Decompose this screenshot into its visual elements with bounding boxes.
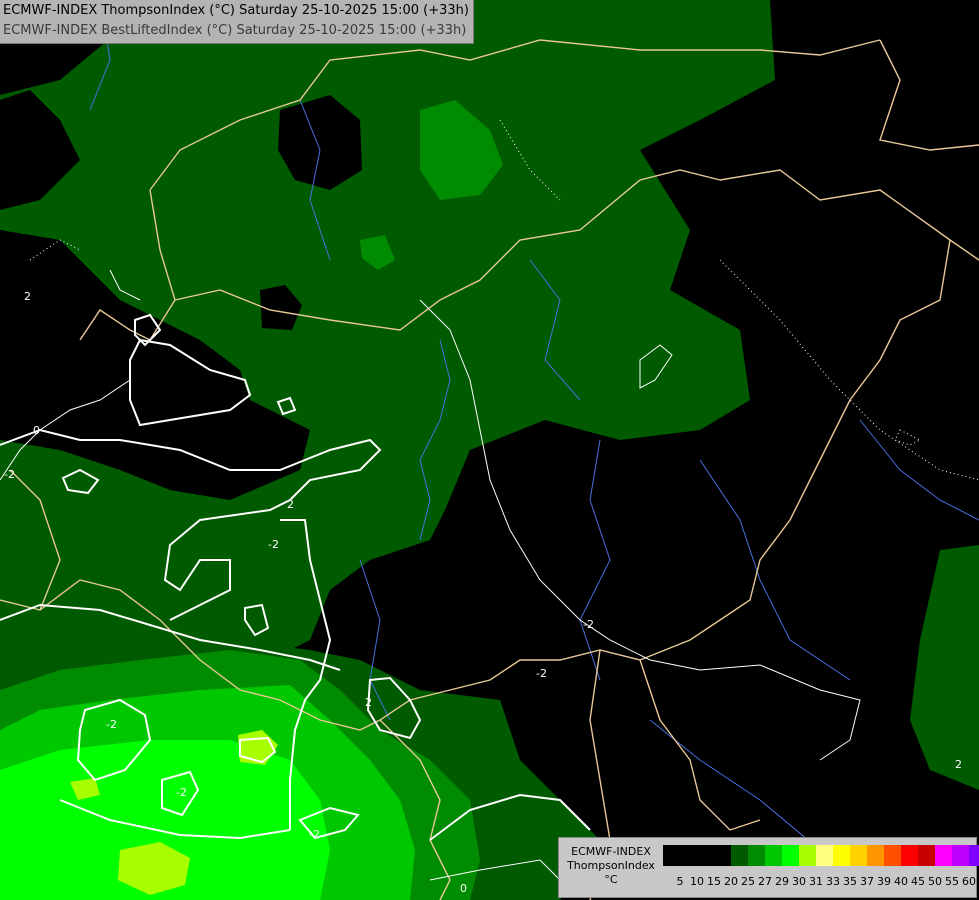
- contour-label: 2: [365, 696, 372, 709]
- legend-swatch: [901, 845, 918, 866]
- legend-tick-label: 45: [911, 875, 925, 888]
- legend-tick-label: 5: [676, 875, 684, 888]
- title-line-thompson: ECMWF-INDEX ThompsonIndex (°C) Saturday …: [3, 3, 469, 18]
- legend-swatch: [663, 845, 680, 866]
- color-legend: ECMWF-INDEX ThompsonIndex °C 5 10 15 20 25 27…: [558, 837, 979, 898]
- legend-swatch: [833, 845, 850, 866]
- legend-tick-label: 31: [809, 875, 823, 888]
- legend-tick-label: 40: [894, 875, 908, 888]
- contour-label: -2: [309, 828, 320, 841]
- legend-swatch: [867, 845, 884, 866]
- legend-tick-label: 50: [928, 875, 942, 888]
- weather-map: 2 0 -2 2 -2 2 -2 -2 -2 -2 -2 0 2: [0, 0, 979, 900]
- legend-tick-label: 60: [962, 875, 976, 888]
- legend-title: ECMWF-INDEX ThompsonIndex °C: [563, 845, 659, 887]
- contour-label: 0: [460, 882, 467, 895]
- legend-swatch: [731, 845, 748, 866]
- legend-swatches: [663, 845, 979, 866]
- legend-tick-label: 20: [724, 875, 738, 888]
- contour-label: -2: [176, 786, 187, 799]
- contour-label: 2: [287, 498, 294, 511]
- legend-tick-label: 15: [707, 875, 721, 888]
- contour-label: -2: [583, 618, 594, 631]
- title-line-lifted: ECMWF-INDEX BestLiftedIndex (°C) Saturda…: [3, 23, 467, 38]
- legend-swatch: [799, 845, 816, 866]
- legend-tick-label: 27: [758, 875, 772, 888]
- legend-swatch: [748, 845, 765, 866]
- map-title: ECMWF-INDEX ThompsonIndex (°C) Saturday …: [0, 0, 474, 44]
- legend-tick-label: 39: [877, 875, 891, 888]
- legend-swatch: [697, 845, 714, 866]
- legend-swatch: [935, 845, 952, 866]
- contour-label: -2: [268, 538, 279, 551]
- legend-label-index: ThompsonIndex: [567, 859, 655, 872]
- contour-label: -2: [106, 718, 117, 731]
- legend-swatch: [680, 845, 697, 866]
- legend-label-model: ECMWF-INDEX: [571, 845, 651, 858]
- legend-swatch: [782, 845, 799, 866]
- legend-tick-label: 37: [860, 875, 874, 888]
- legend-tick-label: 35: [843, 875, 857, 888]
- contour-label: 2: [955, 758, 962, 771]
- contour-label: -2: [536, 667, 547, 680]
- legend-tick-label: 33: [826, 875, 840, 888]
- legend-swatch: [884, 845, 901, 866]
- legend-tick-label: 55: [945, 875, 959, 888]
- legend-swatch: [918, 845, 935, 866]
- legend-tick-label: 25: [741, 875, 755, 888]
- legend-swatch: [952, 845, 969, 866]
- contour-label: 0: [33, 424, 40, 437]
- contour-label: 2: [24, 290, 31, 303]
- legend-swatch: [850, 845, 867, 866]
- legend-label-unit: °C: [604, 873, 618, 886]
- legend-swatch: [714, 845, 731, 866]
- legend-swatch: [816, 845, 833, 866]
- legend-tick-label: 29: [775, 875, 789, 888]
- legend-swatch: [969, 845, 979, 866]
- legend-tick-label: 30: [792, 875, 806, 888]
- contour-label: -2: [4, 468, 15, 481]
- legend-swatch: [765, 845, 782, 866]
- legend-tick-label: 10: [690, 875, 704, 888]
